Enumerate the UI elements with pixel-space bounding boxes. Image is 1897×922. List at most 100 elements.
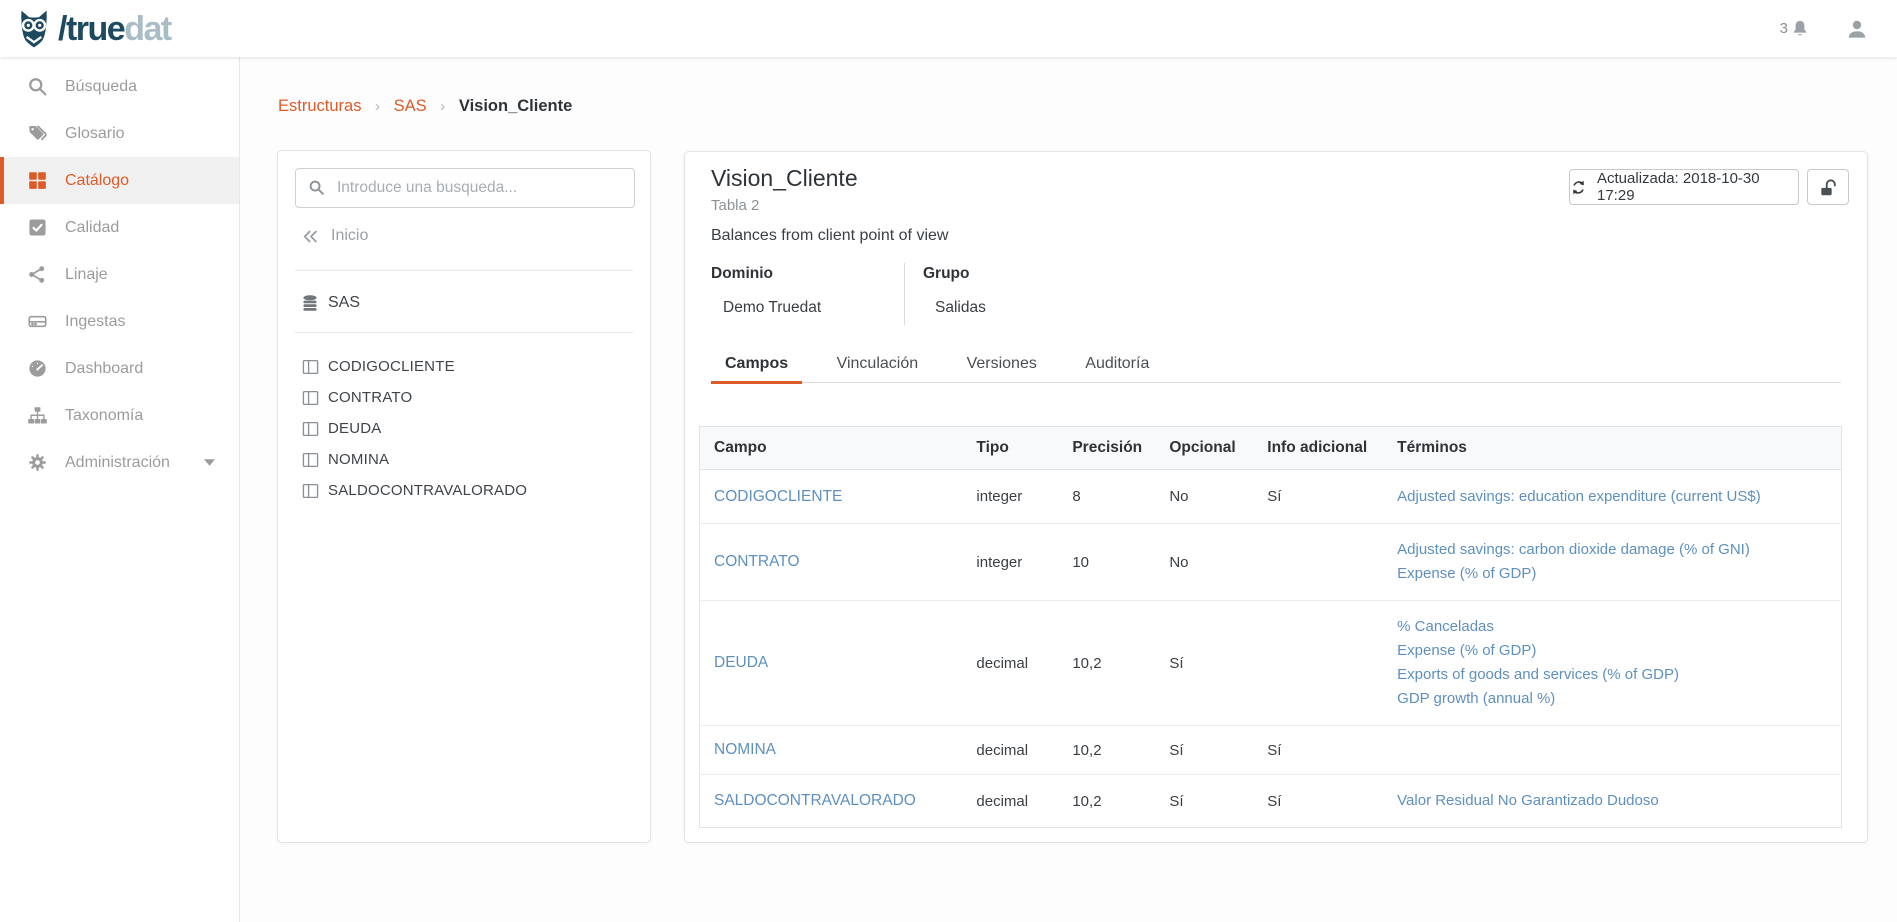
sidebar-item-label: Búsqueda [65, 78, 137, 96]
term-link[interactable]: Expense (% of GDP) [1397, 639, 1835, 663]
tree-back-label: Inicio [331, 227, 368, 245]
tree-item-contrato[interactable]: CONTRATO [302, 382, 527, 413]
sidebar-item-busqueda[interactable]: Búsqueda [0, 63, 239, 110]
truedat-logo[interactable]: /truedat [14, 9, 171, 49]
tree-item-label: CODIGOCLIENTE [328, 358, 455, 375]
gear-icon [27, 452, 48, 473]
column-header-campo: Campo [700, 427, 963, 470]
refresh-updated-button[interactable]: Actualizada: 2018-10-30 17:29 [1569, 169, 1799, 205]
tree-item-deuda[interactable]: DEUDA [302, 413, 527, 444]
cell-opcional: Sí [1155, 726, 1253, 775]
breadcrumb-link-sas[interactable]: SAS [394, 97, 427, 115]
tree-item-label: NOMINA [328, 451, 389, 468]
structure-type-label: Tabla 2 [711, 197, 759, 214]
column-header-info-adicional: Info adicional [1253, 427, 1383, 470]
cell-precision: 10,2 [1058, 775, 1155, 828]
cell-info-adicional [1253, 524, 1383, 601]
cell-tipo: decimal [962, 601, 1058, 726]
group-value: Salidas [935, 299, 986, 317]
refresh-icon [1570, 179, 1587, 196]
gauge-icon [27, 358, 48, 379]
tree-table-list: CODIGOCLIENTE CONTRATO DEUDA NOMINA SALD… [302, 351, 527, 506]
database-icon [302, 295, 318, 312]
tree-search-input[interactable] [295, 168, 635, 208]
tab-versiones[interactable]: Versiones [953, 348, 1051, 383]
cell-tipo: integer [962, 524, 1058, 601]
sidebar-item-linaje[interactable]: Linaje [0, 251, 239, 298]
domain-value: Demo Truedat [723, 299, 821, 317]
share-nodes-icon [27, 264, 48, 285]
sidebar-item-ingestas[interactable]: Ingestas [0, 298, 239, 345]
structure-description: Balances from client point of view [711, 227, 948, 245]
check-square-icon [27, 217, 48, 238]
user-menu-button[interactable] [1845, 17, 1869, 41]
term-link[interactable]: Valor Residual No Garantizado Dudoso [1397, 789, 1835, 813]
table-row: SALDOCONTRAVALORADO decimal 10,2 Sí Sí V… [700, 775, 1842, 828]
cell-opcional: Sí [1155, 601, 1253, 726]
tab-vinculacion[interactable]: Vinculación [823, 348, 933, 383]
notification-count: 3 [1780, 20, 1788, 37]
owl-logo-icon [14, 9, 54, 49]
column-header-opcional: Opcional [1155, 427, 1253, 470]
tree-back-to-home[interactable]: Inicio [302, 227, 368, 245]
lock-toggle-button[interactable] [1807, 169, 1849, 205]
term-link[interactable]: Adjusted savings: education expenditure … [1397, 485, 1835, 509]
fields-table: Campo Tipo Precisión Opcional Info adici… [699, 426, 1842, 828]
term-link[interactable]: Adjusted savings: carbon dioxide damage … [1397, 538, 1835, 562]
breadcrumb-current: Vision_Cliente [459, 97, 572, 115]
structure-tree-panel: Inicio SAS CODIGOCLIENTE CONTRATO DEUDA [277, 150, 651, 843]
column-header-terminos: Términos [1383, 427, 1841, 470]
field-link[interactable]: CODIGOCLIENTE [714, 488, 842, 505]
sidebar-item-dashboard[interactable]: Dashboard [0, 345, 239, 392]
cell-info-adicional: Sí [1253, 775, 1383, 828]
sidebar-nav: Búsqueda Glosario Catálogo Calid [0, 57, 240, 922]
sidebar-item-label: Ingestas [65, 313, 125, 331]
term-link[interactable]: Expense (% of GDP) [1397, 562, 1835, 586]
sidebar-item-administracion[interactable]: Administración [0, 439, 239, 486]
term-link[interactable]: Exports of goods and services (% of GDP) [1397, 663, 1835, 687]
cell-precision: 8 [1058, 470, 1155, 524]
cell-opcional: No [1155, 470, 1253, 524]
table-row: CONTRATO integer 10 No Adjusted savings:… [700, 524, 1842, 601]
table-row: CODIGOCLIENTE integer 8 No Sí Adjusted s… [700, 470, 1842, 524]
grid-icon [27, 170, 48, 191]
cell-tipo: decimal [962, 726, 1058, 775]
field-link[interactable]: NOMINA [714, 741, 776, 758]
cell-info-adicional: Sí [1253, 470, 1383, 524]
sidebar-item-calidad[interactable]: Calidad [0, 204, 239, 251]
top-navbar: /truedat 3 [0, 0, 1897, 57]
sidebar-item-taxonomia[interactable]: Taxonomía [0, 392, 239, 439]
sidebar-item-glosario[interactable]: Glosario [0, 110, 239, 157]
sidebar-item-catalogo[interactable]: Catálogo [0, 157, 239, 204]
fields-table-container: Campo Tipo Precisión Opcional Info adici… [699, 426, 1842, 828]
cell-precision: 10 [1058, 524, 1155, 601]
tree-item-label: DEUDA [328, 420, 382, 437]
sitemap-icon [27, 405, 48, 426]
field-link[interactable]: CONTRATO [714, 553, 800, 570]
table-row: NOMINA decimal 10,2 Sí Sí [700, 726, 1842, 775]
term-link[interactable]: GDP growth (annual %) [1397, 687, 1835, 711]
user-icon [1845, 17, 1869, 41]
field-link[interactable]: DEUDA [714, 654, 768, 671]
cell-opcional: No [1155, 524, 1253, 601]
breadcrumb-link-estructuras[interactable]: Estructuras [278, 97, 361, 115]
tree-item-codigocliente[interactable]: CODIGOCLIENTE [302, 351, 527, 382]
unlock-icon [1818, 177, 1839, 198]
tree-item-nomina[interactable]: NOMINA [302, 444, 527, 475]
domain-label: Dominio [711, 265, 773, 283]
table-row: DEUDA decimal 10,2 Sí % Canceladas Expen… [700, 601, 1842, 726]
sidebar-item-label: Catálogo [65, 172, 129, 190]
term-link[interactable]: % Canceladas [1397, 615, 1835, 639]
double-chevron-left-icon [302, 229, 319, 244]
breadcrumb-separator: › [431, 98, 454, 115]
sidebar-item-label: Taxonomía [65, 407, 143, 425]
group-label: Grupo [923, 265, 970, 283]
notifications-button[interactable]: 3 [1780, 17, 1811, 41]
tree-system-node[interactable]: SAS [302, 289, 360, 317]
tree-item-saldocontravalorado[interactable]: SALDOCONTRAVALORADO [302, 475, 527, 506]
cell-info-adicional [1253, 601, 1383, 726]
tab-campos[interactable]: Campos [711, 348, 802, 383]
sidebar-item-label: Glosario [65, 125, 125, 143]
field-link[interactable]: SALDOCONTRAVALORADO [714, 792, 916, 809]
tab-auditoria[interactable]: Auditoría [1071, 348, 1163, 383]
